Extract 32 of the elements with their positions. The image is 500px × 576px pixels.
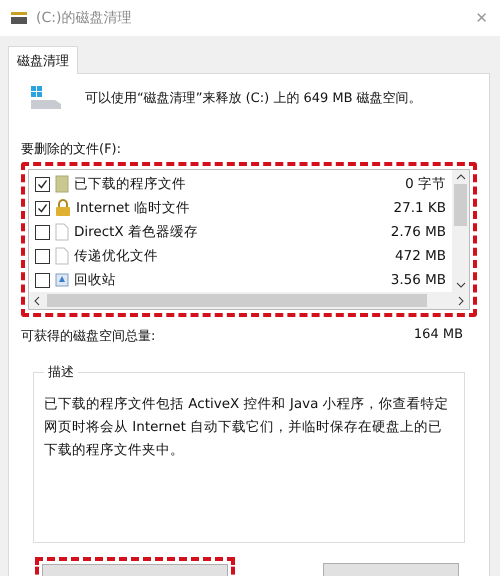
checkbox[interactable] bbox=[35, 200, 50, 216]
tab[interactable]: 磁盘清理 bbox=[8, 46, 78, 74]
summary-text: 可以使用“磁盘清理”来释放 (C:) 上的 649 MB 磁盘空间。 bbox=[85, 90, 422, 107]
total-label: 可获得的磁盘空间总量: bbox=[21, 328, 156, 345]
group-title: 描述 bbox=[47, 364, 75, 381]
drive-icon bbox=[10, 11, 28, 25]
file-size: 472 MB bbox=[395, 248, 446, 264]
file-name[interactable]: 传递优化文件 bbox=[74, 247, 390, 265]
file-size: 2.76 MB bbox=[390, 224, 446, 240]
file-size: 3.56 MB bbox=[390, 272, 446, 288]
folder-icon bbox=[55, 175, 69, 193]
files-label: 要删除的文件(F): bbox=[21, 141, 122, 158]
file-name[interactable]: 回收站 bbox=[74, 271, 386, 289]
disk-drive-icon bbox=[29, 84, 63, 112]
checkbox[interactable] bbox=[35, 224, 50, 240]
file-name[interactable]: DirectX 着色器缓存 bbox=[74, 223, 386, 241]
checkbox[interactable] bbox=[35, 176, 50, 192]
file-name[interactable]: Internet 临时文件 bbox=[76, 199, 389, 217]
checkbox[interactable] bbox=[35, 272, 50, 288]
file-size: 0 字节 bbox=[405, 175, 446, 193]
file-name[interactable]: 已下载的程序文件 bbox=[74, 175, 400, 193]
description-text: 已下载的程序文件包括 ActiveX 控件和 Java 小程序，你查看特定网页时将会从 Internet 自动下载它们，并临时保存在硬盘上的已下载的程序文件夹中。 bbox=[44, 395, 450, 460]
window-title: (C:)的磁盘清理 bbox=[36, 9, 132, 27]
file-size: 27.1 KB bbox=[394, 200, 446, 216]
checkbox[interactable] bbox=[35, 248, 50, 264]
document-icon bbox=[55, 223, 69, 241]
total-value: 164 MB bbox=[414, 327, 463, 344]
lock-icon bbox=[55, 199, 71, 217]
vertical-scrollbar[interactable] bbox=[452, 170, 469, 292]
recycle-bin-icon bbox=[55, 273, 69, 287]
document-icon bbox=[55, 247, 69, 265]
horizontal-scrollbar[interactable] bbox=[29, 292, 469, 309]
